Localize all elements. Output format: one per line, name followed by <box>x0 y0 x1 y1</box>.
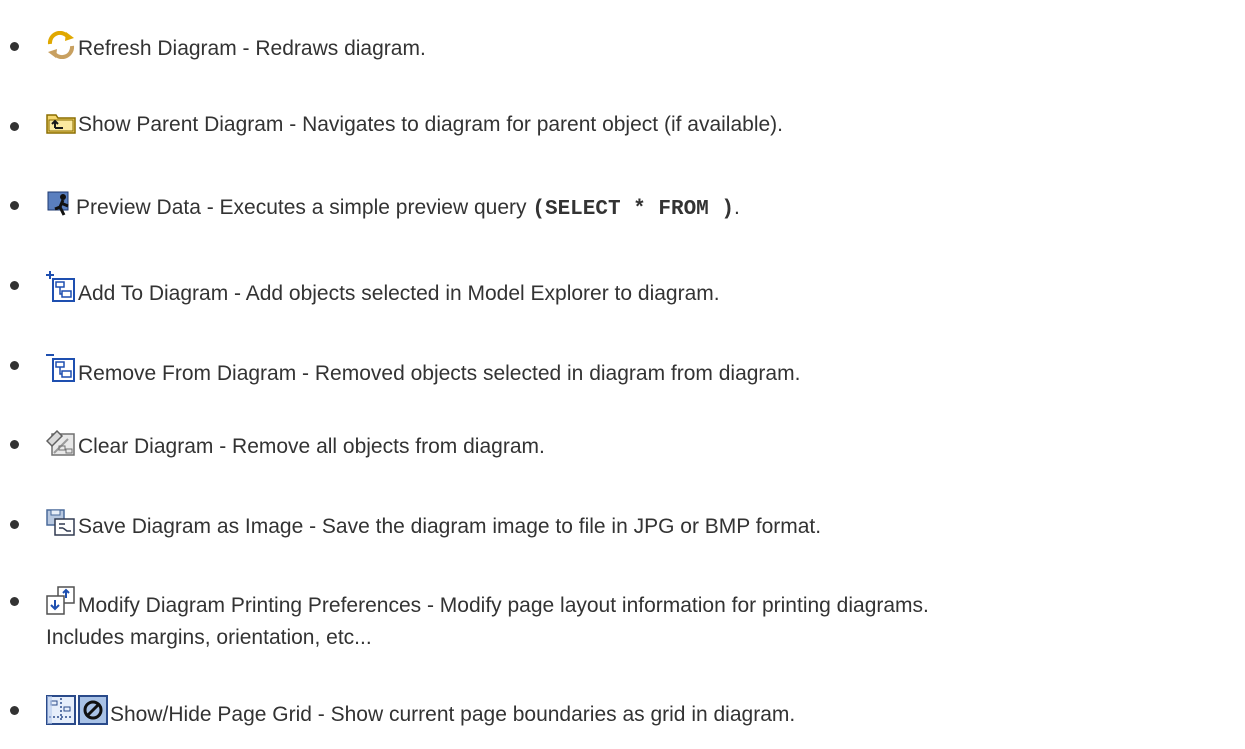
item-text: Preview Data - Executes a simple preview… <box>76 196 533 219</box>
page-grid-icon <box>46 695 76 733</box>
bullet <box>10 597 19 606</box>
item-text: Clear Diagram - Remove all objects from … <box>78 435 545 458</box>
item-text-continued: Includes margins, orientation, etc... <box>46 626 372 649</box>
bullet <box>10 201 19 210</box>
item-text: Show/Hide Page Grid - Show current page … <box>110 703 796 726</box>
clear-diagram-icon <box>45 429 76 465</box>
item-suffix: . <box>734 196 740 219</box>
bullet <box>10 706 19 715</box>
item-text: Add To Diagram - Add objects selected in… <box>78 282 720 305</box>
refresh-icon <box>46 30 76 67</box>
bullet <box>10 520 19 529</box>
item-text: Save Diagram as Image - Save the diagram… <box>78 515 822 538</box>
bullet <box>10 361 19 370</box>
remove-from-diagram-icon <box>46 350 76 392</box>
sql-query: (SELECT * FROM ) <box>532 198 734 221</box>
bullet <box>10 122 19 131</box>
item-text: Remove From Diagram - Removed objects se… <box>78 362 801 385</box>
save-image-icon <box>46 509 76 545</box>
add-to-diagram-icon <box>46 270 76 312</box>
bullet <box>10 281 19 290</box>
item-text: Show Parent Diagram - Navigates to diagr… <box>78 113 783 136</box>
bullet <box>10 440 19 449</box>
show-parent-icon <box>46 111 76 143</box>
item-text: Modify Diagram Printing Preferences - Mo… <box>78 594 929 617</box>
hide-grid-icon <box>78 695 108 733</box>
bullet <box>10 42 19 51</box>
printing-preferences-icon <box>46 586 76 624</box>
item-text: Refresh Diagram - Redraws diagram. <box>78 37 426 60</box>
preview-data-icon <box>46 190 74 226</box>
